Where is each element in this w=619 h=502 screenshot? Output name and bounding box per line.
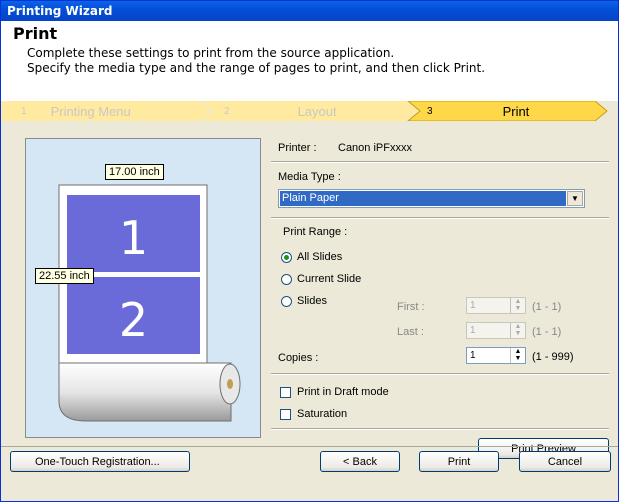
draft-mode-label: Print in Draft mode (297, 386, 389, 398)
radio-current-slide[interactable] (281, 274, 292, 285)
printer-value: Canon iPFxxxx (338, 142, 412, 154)
radio-all-slides[interactable] (281, 252, 292, 263)
description-line-2: Specify the media type and the range of … (27, 61, 486, 75)
step-layout: 2 Layout (224, 103, 337, 119)
media-type-value: Plain Paper (280, 191, 566, 206)
radio-all-slides-label: All Slides (297, 251, 343, 263)
copies-label: Copies : (278, 352, 319, 364)
one-touch-registration-button[interactable]: One-Touch Registration... (10, 451, 190, 472)
first-label: First : (397, 301, 425, 313)
cancel-button[interactable]: Cancel (519, 451, 611, 472)
radio-slides-label: Slides (297, 295, 327, 307)
separator (271, 428, 609, 430)
separator (271, 373, 609, 375)
roll-paper-illustration (58, 184, 241, 422)
print-preview-panel: 1 2 17.00 inch 22.55 inch (25, 138, 261, 438)
title-bar: Printing Wizard (1, 1, 618, 21)
spin-arrows-icon[interactable]: ▲ ▼ (510, 298, 525, 313)
copies-range: (1 - 999) (532, 351, 574, 363)
last-label: Last : (397, 326, 424, 338)
radio-slides[interactable] (281, 296, 292, 307)
spin-arrows-icon[interactable]: ▲ ▼ (510, 323, 525, 338)
width-dimension-label: 17.00 inch (105, 164, 164, 180)
printer-label: Printer : (278, 142, 317, 154)
step-printing-menu: 1 Printing Menu (21, 103, 131, 119)
spin-arrows-icon[interactable]: ▲ ▼ (510, 348, 525, 363)
separator (271, 161, 609, 163)
last-page-stepper[interactable]: 1 ▲ ▼ (466, 322, 526, 339)
last-range: (1 - 1) (532, 326, 562, 338)
copies-value: 1 (470, 350, 476, 361)
window-title: Printing Wizard (7, 4, 113, 18)
printing-wizard-window: Printing Wizard Print Complete these set… (0, 0, 619, 502)
description-line-1: Complete these settings to print from th… (27, 46, 395, 60)
first-page-stepper[interactable]: 1 ▲ ▼ (466, 297, 526, 314)
radio-current-slide-label: Current Slide (297, 273, 362, 285)
separator (271, 217, 609, 219)
wizard-header: Print Complete these settings to print f… (1, 21, 618, 121)
page-number-2: 2 (118, 293, 149, 347)
draft-mode-checkbox[interactable] (280, 387, 291, 398)
step-print: 3 Print (427, 103, 530, 119)
print-range-label: Print Range : (283, 226, 348, 238)
copies-stepper[interactable]: 1 ▲ ▼ (466, 347, 526, 364)
first-range: (1 - 1) (532, 301, 562, 313)
height-dimension-label: 22.55 inch (35, 268, 94, 284)
last-value: 1 (470, 325, 476, 336)
page-title: Print (13, 24, 58, 43)
print-button[interactable]: Print (419, 451, 499, 472)
saturation-label: Saturation (297, 408, 348, 420)
footer-divider (1, 446, 618, 447)
saturation-checkbox[interactable] (280, 409, 291, 420)
chevron-down-icon[interactable]: ▼ (567, 191, 583, 206)
page-number-1: 1 (118, 211, 149, 265)
media-type-select[interactable]: Plain Paper ▼ (278, 189, 585, 208)
media-type-label: Media Type : (278, 171, 341, 183)
first-value: 1 (470, 300, 476, 311)
back-button[interactable]: < Back (320, 451, 400, 472)
wizard-steps: 1 Printing Menu 2 Layout 3 Print (1, 101, 618, 121)
